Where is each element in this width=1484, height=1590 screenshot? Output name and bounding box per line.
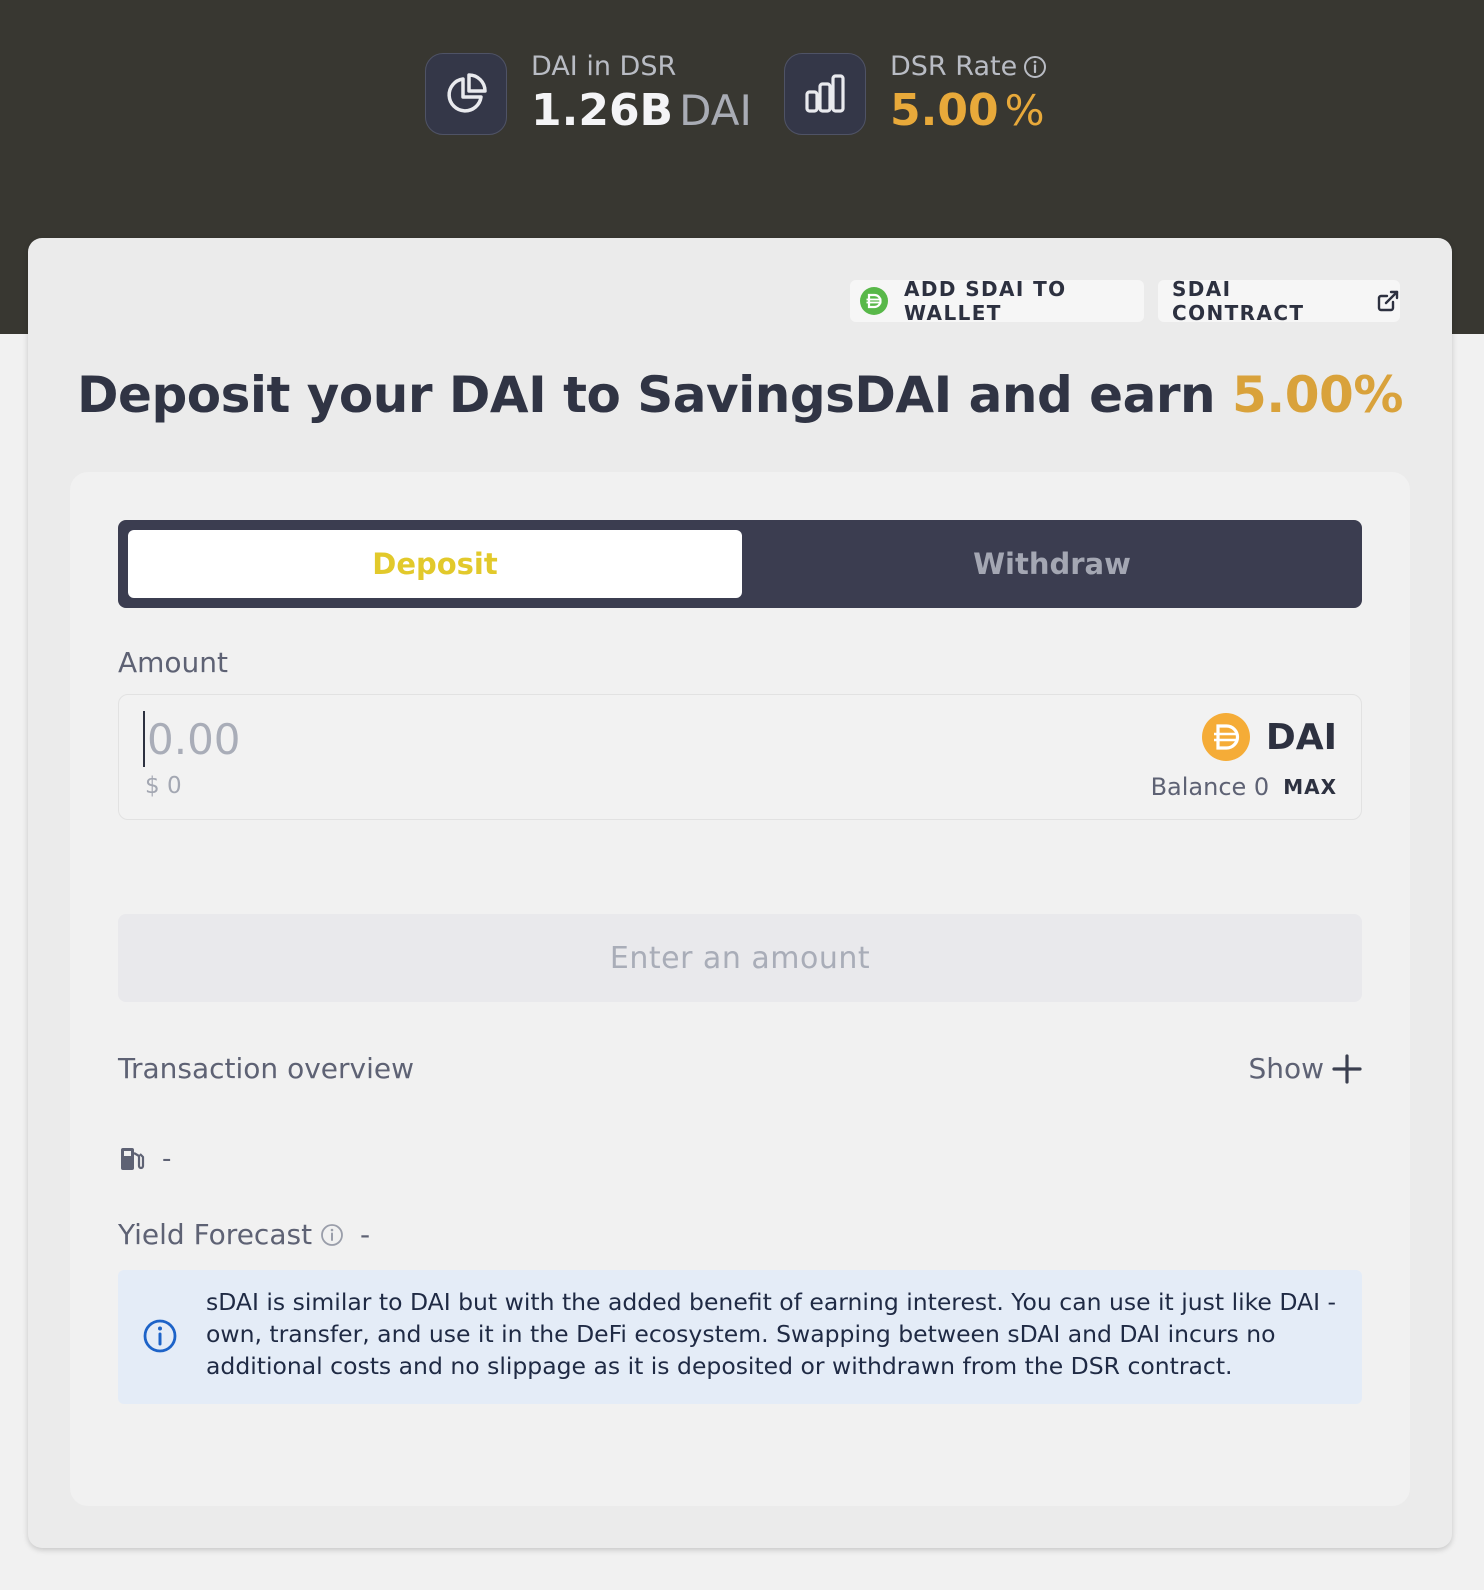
info-icon[interactable] — [1023, 55, 1047, 79]
yield-value: - — [360, 1218, 371, 1251]
stat-value: 1.26B DAI — [531, 85, 752, 137]
stat-number: 1.26B — [531, 85, 674, 136]
savings-card: ADD SDAI TO WALLET SDAI CONTRACT Deposit… — [28, 238, 1452, 1548]
add-sdai-label: ADD SDAI TO WALLET — [904, 277, 1067, 325]
tab-withdraw[interactable]: Withdraw — [752, 530, 1352, 598]
tab-deposit[interactable]: Deposit — [128, 530, 742, 598]
token-name: DAI — [1265, 716, 1337, 758]
sdai-contract-label: SDAI CONTRACT — [1172, 277, 1305, 325]
sdai-contract-link[interactable]: SDAI CONTRACT — [1158, 277, 1400, 325]
max-button[interactable]: MAX — [1283, 775, 1337, 799]
yield-label: Yield Forecast — [118, 1218, 313, 1251]
sdai-info-alert: sDAI is similar to DAI but with the adde… — [118, 1270, 1362, 1404]
stat-label: DAI in DSR — [531, 51, 677, 82]
transaction-overview: Transaction overview Show — [118, 1052, 1362, 1092]
show-label: Show — [1248, 1052, 1324, 1085]
gas-pump-icon — [118, 1145, 146, 1173]
stat-value: 5.00% — [890, 85, 1047, 137]
balance-row: Balance 0 MAX — [1151, 773, 1337, 801]
balance-text: Balance 0 — [1150, 773, 1270, 801]
stat-label: DSR Rate — [890, 51, 1047, 83]
overview-label: Transaction overview — [118, 1052, 414, 1085]
token-selector: DAI — [1201, 713, 1337, 761]
stat-dsr-rate: DSR Rate 5.00% — [784, 51, 1047, 137]
yield-forecast: Yield Forecast - — [118, 1218, 370, 1251]
sdai-token-icon — [860, 287, 888, 315]
gas-estimate: - — [118, 1144, 171, 1174]
info-text: sDAI is similar to DAI but with the adde… — [206, 1288, 1336, 1380]
show-overview-toggle[interactable]: Show — [1248, 1052, 1362, 1085]
bar-chart-icon — [784, 53, 866, 135]
page-headline: Deposit your DAI to SavingsDAI and earn … — [28, 366, 1452, 424]
dai-token-icon — [1201, 713, 1250, 761]
stat-unit: DAI — [679, 86, 752, 135]
external-link-icon — [1376, 289, 1400, 313]
info-circle-icon — [142, 1318, 178, 1358]
usd-value: $ 0 — [145, 773, 182, 799]
stat-unit: % — [1004, 86, 1045, 135]
add-sdai-to-wallet-button[interactable]: ADD SDAI TO WALLET — [850, 277, 1144, 325]
stat-label-text: DSR Rate — [890, 51, 1018, 82]
gas-value: - — [162, 1144, 172, 1174]
headline-rate: 5.00% — [1231, 366, 1403, 424]
pie-chart-icon — [425, 53, 507, 135]
info-icon[interactable] — [320, 1223, 344, 1247]
submit-button[interactable]: Enter an amount — [118, 914, 1362, 1002]
amount-input[interactable] — [143, 711, 707, 767]
headline-text: Deposit your DAI to SavingsDAI and earn — [77, 366, 1232, 424]
plus-icon — [1332, 1053, 1362, 1084]
deposit-panel: Deposit Withdraw Amount $ 0 DAI Balance … — [70, 472, 1410, 1506]
stat-number: 5.00 — [890, 85, 999, 136]
amount-label: Amount — [118, 646, 229, 679]
deposit-withdraw-tabs: Deposit Withdraw — [118, 520, 1362, 608]
amount-field: $ 0 DAI Balance 0 MAX — [118, 694, 1362, 820]
stat-dai-in-dsr: DAI in DSR 1.26B DAI — [425, 51, 752, 137]
